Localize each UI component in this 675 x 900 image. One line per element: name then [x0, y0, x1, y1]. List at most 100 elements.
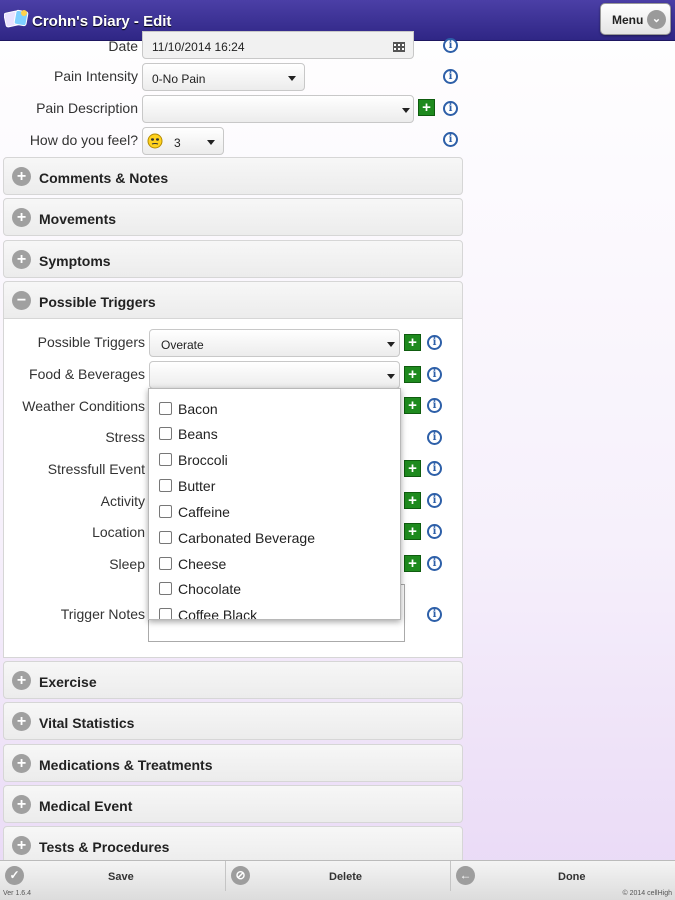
section-movements[interactable]: + Movements — [3, 198, 463, 236]
add-stressful-event-button[interactable]: + — [404, 460, 421, 477]
food-beverages-label: Food & Beverages — [29, 366, 145, 382]
option-label: Bacon — [178, 401, 218, 417]
list-item[interactable]: Carbonated Beverage — [149, 525, 399, 550]
option-label: Chocolate — [178, 581, 242, 597]
add-pain-description-button[interactable]: + — [418, 99, 435, 116]
checkbox[interactable] — [159, 453, 172, 466]
info-icon[interactable]: i — [427, 335, 442, 350]
list-item[interactable]: Broccoli — [149, 447, 399, 472]
section-title: Symptoms — [39, 253, 111, 269]
location-label: Location — [92, 524, 145, 540]
done-button[interactable]: ← Done — [451, 861, 675, 891]
list-item[interactable]: Chocolate — [149, 576, 399, 601]
section-possible-triggers[interactable]: − Possible Triggers — [3, 281, 463, 319]
food-beverages-dropdown[interactable]: Bacon Beans Broccoli Butter Caffeine Car… — [148, 388, 401, 620]
checkbox[interactable] — [159, 608, 172, 619]
info-icon[interactable]: i — [443, 38, 458, 53]
expand-plus-icon: + — [12, 208, 31, 227]
list-item[interactable]: Coffee Black — [149, 602, 399, 620]
date-field[interactable]: 11/10/2014 16:24 — [142, 31, 414, 59]
option-label: Coffee Black — [178, 607, 258, 620]
food-beverages-select[interactable] — [149, 361, 400, 389]
done-label: Done — [558, 871, 586, 883]
feel-select[interactable]: 3 — [142, 127, 224, 155]
info-icon[interactable]: i — [427, 367, 442, 382]
section-title: Exercise — [39, 674, 97, 690]
info-icon[interactable]: i — [427, 607, 442, 622]
list-item[interactable]: Beans — [149, 421, 399, 446]
version-text: Ver 1.6.4 — [3, 890, 32, 897]
save-label: Save — [108, 871, 134, 883]
add-weather-button[interactable]: + — [404, 397, 421, 414]
section-title: Tests & Procedures — [39, 839, 170, 855]
option-label: Carbonated Beverage — [178, 530, 315, 546]
delete-label: Delete — [329, 871, 363, 883]
footer-toolbar: ✓ Save ⊘ Delete ← Done Ver 1.6.4 © 2014 … — [0, 860, 675, 900]
section-exercise[interactable]: + Exercise — [3, 661, 463, 699]
option-label: Butter — [178, 478, 216, 494]
info-icon[interactable]: i — [443, 101, 458, 116]
checkbox[interactable] — [159, 402, 172, 415]
option-label: Beans — [178, 426, 218, 442]
list-item[interactable]: Cheese — [149, 551, 399, 576]
info-icon[interactable]: i — [427, 461, 442, 476]
add-possible-trigger-button[interactable]: + — [404, 334, 421, 351]
save-button[interactable]: ✓ Save — [0, 861, 225, 891]
expand-plus-icon: + — [12, 754, 31, 773]
weather-conditions-label: Weather Conditions — [22, 398, 145, 414]
checkbox[interactable] — [159, 505, 172, 518]
date-value: 11/10/2014 16:24 — [152, 40, 245, 54]
section-title: Vital Statistics — [39, 715, 135, 731]
expand-plus-icon: + — [12, 836, 31, 855]
delete-button[interactable]: ⊘ Delete — [226, 861, 450, 891]
info-icon[interactable]: i — [427, 430, 442, 445]
section-title: Medications & Treatments — [39, 757, 213, 773]
menu-button-label: Menu — [612, 13, 644, 27]
list-item[interactable]: Caffeine — [149, 499, 399, 524]
chevron-down-icon — [387, 342, 395, 347]
info-icon[interactable]: i — [427, 398, 442, 413]
expand-plus-icon: + — [12, 250, 31, 269]
info-icon[interactable]: i — [443, 69, 458, 84]
section-medications-treatments[interactable]: + Medications & Treatments — [3, 744, 463, 782]
add-sleep-button[interactable]: + — [404, 555, 421, 572]
chevron-down-icon — [387, 374, 395, 379]
section-title: Medical Event — [39, 798, 133, 814]
page-title: Crohn's Diary - Edit — [32, 13, 172, 30]
option-label: Caffeine — [178, 504, 230, 520]
pain-intensity-value: 0-No Pain — [152, 72, 206, 86]
section-medical-event[interactable]: + Medical Event — [3, 785, 463, 823]
pain-description-select[interactable] — [142, 95, 414, 123]
section-tests-procedures[interactable]: + Tests & Procedures — [3, 826, 463, 864]
calendar-icon — [393, 42, 405, 52]
checkbox[interactable] — [159, 531, 172, 544]
section-vital-statistics[interactable]: + Vital Statistics — [3, 702, 463, 740]
checkbox[interactable] — [159, 582, 172, 595]
list-item[interactable]: Bacon — [149, 396, 399, 421]
chevron-down-icon — [402, 108, 410, 113]
info-icon[interactable]: i — [427, 493, 442, 508]
info-icon[interactable]: i — [443, 132, 458, 147]
add-food-button[interactable]: + — [404, 366, 421, 383]
trigger-notes-label: Trigger Notes — [60, 606, 145, 622]
section-symptoms[interactable]: + Symptoms — [3, 240, 463, 278]
check-icon: ✓ — [5, 866, 24, 885]
section-title: Comments & Notes — [39, 170, 169, 186]
menu-button[interactable]: Menu ⌄ — [600, 3, 671, 35]
smiley-icon — [147, 133, 163, 149]
info-icon[interactable]: i — [427, 556, 442, 571]
list-item[interactable]: Butter — [149, 473, 399, 498]
app-logo-icon — [4, 9, 29, 28]
checkbox[interactable] — [159, 557, 172, 570]
info-icon[interactable]: i — [427, 524, 442, 539]
add-activity-button[interactable]: + — [404, 492, 421, 509]
pain-intensity-select[interactable]: 0-No Pain — [142, 63, 305, 91]
section-comments-notes[interactable]: + Comments & Notes — [3, 157, 463, 195]
chevron-down-icon: ⌄ — [647, 10, 666, 29]
expand-plus-icon: + — [12, 795, 31, 814]
pain-description-label: Pain Description — [36, 100, 138, 116]
checkbox[interactable] — [159, 427, 172, 440]
add-location-button[interactable]: + — [404, 523, 421, 540]
possible-triggers-select[interactable]: Overate — [149, 329, 400, 357]
checkbox[interactable] — [159, 479, 172, 492]
